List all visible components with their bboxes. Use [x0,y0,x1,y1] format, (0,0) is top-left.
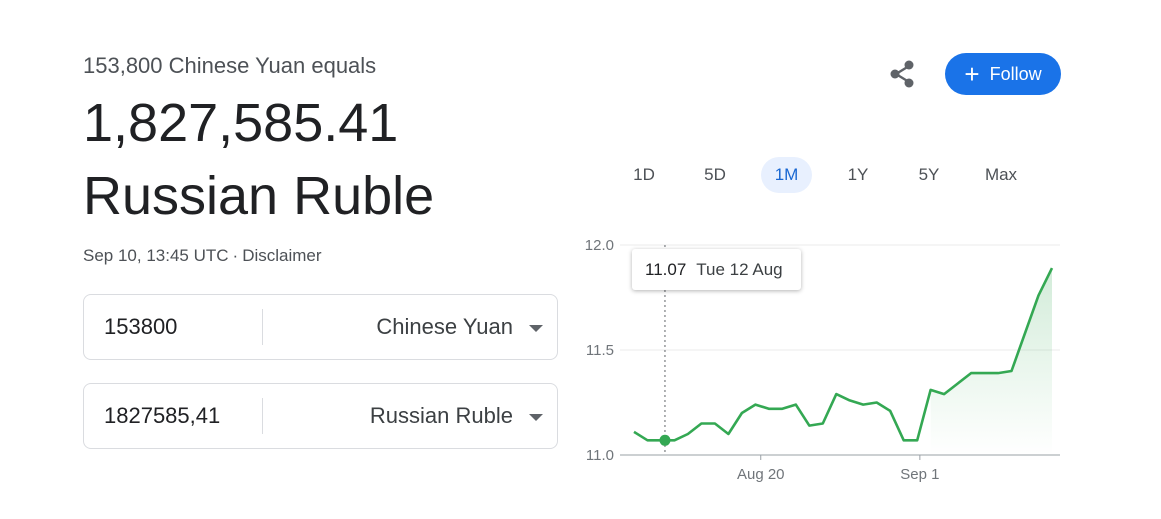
y-tick-label: 11.0 [586,447,614,464]
y-tick-label: 11.5 [586,342,614,359]
chart-area-fill [930,268,1052,455]
tooltip-value: 11.07 [645,259,687,279]
hover-point [659,434,671,446]
x-tick-label: Aug 20 [737,466,785,483]
exchange-rate-chart[interactable]: 12.0 11.5 11.0 Aug 20 Sep 1 [0,0,1161,519]
y-tick-label: 12.0 [585,237,614,254]
x-tick-label: Sep 1 [900,466,939,483]
chart-tooltip: 11.07 Tue 12 Aug [632,249,801,290]
tooltip-date: Tue 12 Aug [696,259,783,279]
